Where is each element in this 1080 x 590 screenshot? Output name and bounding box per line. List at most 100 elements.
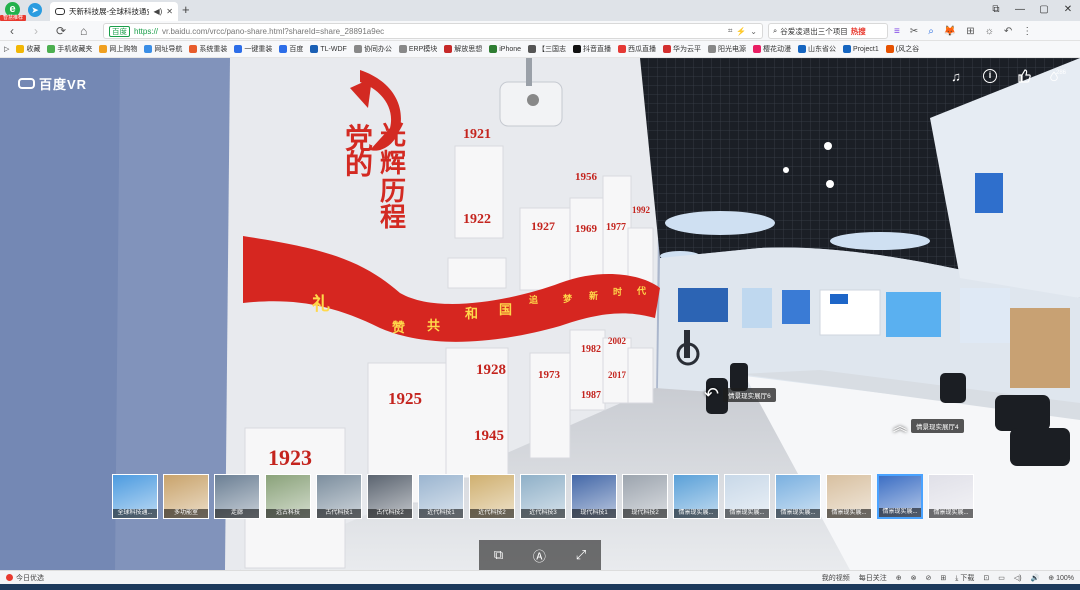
- fox-icon[interactable]: 🦊: [944, 26, 956, 37]
- bookmark-item[interactable]: 华为云平: [663, 44, 701, 54]
- close-window-button[interactable]: ✕: [1056, 0, 1080, 21]
- restore-tabs-button[interactable]: ⧉: [984, 0, 1008, 21]
- new-tab-button[interactable]: +: [182, 3, 190, 17]
- today-picks[interactable]: 今日优选: [6, 573, 44, 583]
- scene-thumbnail[interactable]: 现代科技2: [622, 474, 668, 519]
- apps-icon[interactable]: ⊞: [966, 26, 974, 37]
- bookmark-item[interactable]: 西瓜直播: [618, 44, 656, 54]
- tab-active[interactable]: 天新科技展-全球科技通史展 ◀) ✕: [50, 2, 178, 21]
- status-tool[interactable]: 我的视频: [822, 573, 850, 583]
- bookmark-item[interactable]: 解放思想: [444, 44, 482, 54]
- address-bar[interactable]: 百度 https:// vr.baidu.com/vrcc/pano-share…: [103, 23, 763, 39]
- hotspot-label[interactable]: 情景现实展厅4: [911, 419, 964, 433]
- home-button[interactable]: ⌂: [80, 23, 87, 39]
- scene-thumbnail[interactable]: 走廊: [214, 474, 260, 519]
- forward-button[interactable]: ›: [34, 23, 38, 39]
- scene-thumbnail[interactable]: 近代科技1: [418, 474, 464, 519]
- status-tool[interactable]: ▭: [998, 574, 1005, 582]
- bookmark-item[interactable]: 阳光电源: [708, 44, 746, 54]
- info-icon[interactable]: i: [982, 68, 998, 84]
- timeline-year: 1987: [581, 390, 601, 401]
- status-tool[interactable]: ⊞: [940, 574, 946, 582]
- refresh-button[interactable]: ⟳: [56, 23, 66, 39]
- drop-icon[interactable]: 286: [1050, 68, 1066, 84]
- bookmark-item[interactable]: 抖音直播: [573, 44, 611, 54]
- bookmark-item[interactable]: TL-WDF: [310, 45, 347, 53]
- scene-thumbnail[interactable]: 情景现实展...: [877, 474, 923, 519]
- scene-thumbnail[interactable]: 近代科技2: [469, 474, 515, 519]
- hotspot-label[interactable]: 情景现实展厅6: [723, 387, 776, 402]
- menu-icon[interactable]: ≡: [894, 26, 900, 37]
- forward-arrow-icon[interactable]: ︽: [893, 416, 907, 436]
- bookmark-label: 西瓜直播: [628, 46, 657, 53]
- hotspot-hall-4[interactable]: ︽ 情景现实展厅4: [893, 416, 964, 436]
- hotspot-hall-6[interactable]: ↶ 情景现实展厅6: [704, 384, 776, 405]
- bookmark-item[interactable]: 一键重装: [234, 44, 272, 54]
- bookmark-label: 百度: [289, 46, 304, 53]
- scene-thumbnail[interactable]: 情景现实展...: [775, 474, 821, 519]
- scene-thumbnail[interactable]: 古代科技2: [367, 474, 413, 519]
- speed-icon[interactable]: ⚡: [736, 27, 746, 36]
- bookmarks-toggle-icon[interactable]: ▷: [4, 45, 9, 53]
- minimize-button[interactable]: —: [1008, 0, 1032, 21]
- security-badge[interactable]: 百度: [109, 25, 130, 37]
- scene-thumbnail[interactable]: 多功能室: [163, 474, 209, 519]
- scene-thumbnail[interactable]: 全球科技通...: [112, 474, 158, 519]
- bookmark-item[interactable]: iPhone: [489, 45, 521, 53]
- bookmark-item[interactable]: Project1: [843, 45, 879, 53]
- bookmark-item[interactable]: (风之谷: [885, 44, 919, 54]
- status-tool[interactable]: ⊕ 100%: [1048, 574, 1074, 582]
- scene-thumbnail[interactable]: 情景现实展...: [724, 474, 770, 519]
- bookmark-label: 樱花动漫: [763, 46, 792, 53]
- baidu-vr-logo[interactable]: 百度VR: [18, 74, 87, 93]
- music-icon[interactable]: ♫: [948, 68, 964, 84]
- send-icon[interactable]: ➤: [28, 3, 42, 17]
- back-button[interactable]: ‹: [10, 23, 14, 39]
- search-box[interactable]: ⌕ 谷爱凌退出三个项目 热搜: [768, 23, 888, 39]
- undo-icon[interactable]: ↶: [1004, 26, 1012, 37]
- maximize-button[interactable]: ▢: [1032, 0, 1056, 21]
- status-tool[interactable]: 🔊: [1031, 574, 1040, 582]
- bookmark-item[interactable]: 协同办公: [353, 44, 392, 54]
- status-tool[interactable]: ⤓ 下载: [955, 573, 974, 583]
- scene-thumbnail[interactable]: 情景现实展...: [673, 474, 719, 519]
- scene-thumbnail[interactable]: 近代科技3: [520, 474, 566, 519]
- bookmark-item[interactable]: ERP模块: [398, 44, 437, 54]
- bookmark-item[interactable]: 网址导航: [144, 44, 182, 54]
- speaker-icon[interactable]: ◀): [153, 7, 162, 16]
- status-tool[interactable]: ⊡: [983, 574, 989, 582]
- bookmark-item[interactable]: 手机收藏夹: [47, 44, 92, 54]
- tab-close-icon[interactable]: ✕: [166, 7, 173, 16]
- hot-search-label[interactable]: 热搜: [851, 26, 866, 37]
- auto-rotate-icon[interactable]: Ⓐ: [533, 546, 546, 565]
- scene-thumbnail[interactable]: 现代科技1: [571, 474, 617, 519]
- find-icon[interactable]: ⌕: [928, 26, 934, 37]
- qr-icon[interactable]: ⌗: [728, 26, 733, 36]
- status-tool[interactable]: ⊘: [926, 574, 932, 582]
- fullscreen-icon[interactable]: ⤢: [576, 547, 586, 563]
- screenshot-icon[interactable]: ✂: [910, 26, 918, 37]
- bookmark-item[interactable]: 【三国志: [528, 44, 566, 54]
- status-tool[interactable]: ⊗: [911, 574, 917, 582]
- bookmark-item[interactable]: 收藏: [16, 44, 40, 54]
- scene-thumbnail[interactable]: 情景现实展...: [928, 474, 974, 519]
- return-arrow-icon[interactable]: ↶: [704, 384, 719, 405]
- bookmark-item[interactable]: 百度: [279, 44, 303, 54]
- panorama-viewer[interactable]: 党 的 光 辉 历 程 礼 赞共和国追梦新时代 1921 1922 1927 1925…: [0, 58, 1080, 570]
- bookmark-item[interactable]: 系统重装: [189, 44, 227, 54]
- scene-thumbnail[interactable]: 古代科技1: [316, 474, 362, 519]
- bookmark-item[interactable]: 樱花动漫: [753, 44, 791, 54]
- status-tool[interactable]: ⊕: [896, 574, 902, 582]
- theme-icon[interactable]: ☼: [985, 26, 994, 37]
- like-icon[interactable]: [1016, 68, 1032, 84]
- status-tool[interactable]: ◁): [1014, 574, 1022, 582]
- dropdown-icon[interactable]: ⌄: [750, 27, 757, 36]
- status-tool[interactable]: 每日关注: [859, 573, 887, 583]
- gallery-icon[interactable]: ⧉: [494, 547, 503, 563]
- bookmark-item[interactable]: 网上购物: [99, 44, 137, 54]
- scene-thumbnail[interactable]: 远古科技: [265, 474, 311, 519]
- bookmark-favicon-icon: [489, 45, 498, 53]
- scene-thumbnail[interactable]: 情景现实展...: [826, 474, 872, 519]
- bookmark-item[interactable]: 山东省公: [798, 44, 836, 54]
- more-icon[interactable]: ⋮: [1022, 26, 1032, 37]
